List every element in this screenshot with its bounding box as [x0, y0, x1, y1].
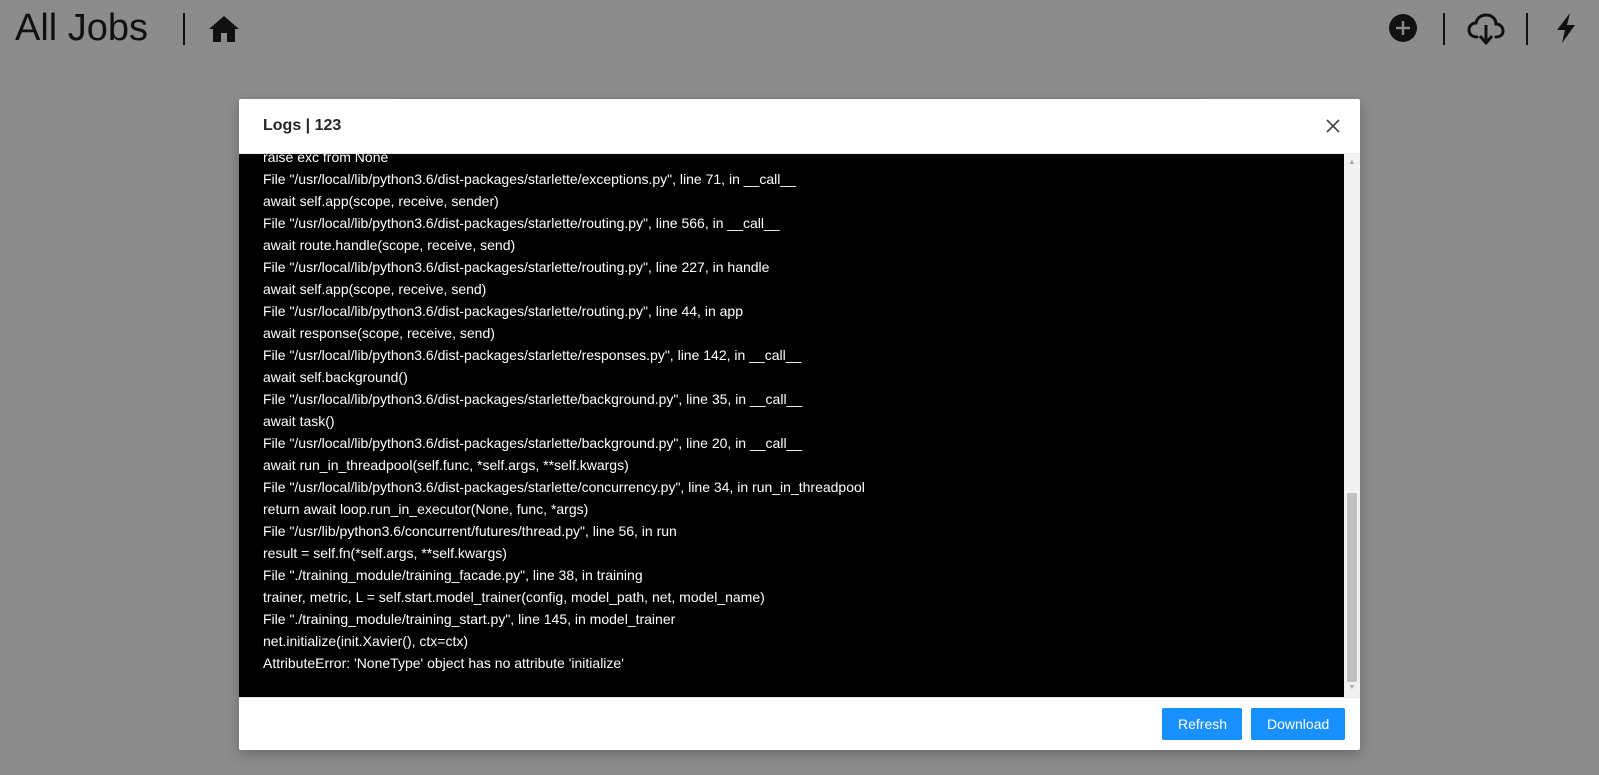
log-line: File "/usr/local/lib/python3.6/dist-pack…: [263, 347, 802, 363]
log-line: await run_in_threadpool(self.func, *self…: [263, 457, 629, 473]
log-line: await route.handle(scope, receive, send): [263, 237, 516, 253]
log-line: File "/usr/local/lib/python3.6/dist-pack…: [263, 303, 743, 319]
log-line: AttributeError: 'NoneType' object has no…: [263, 655, 624, 671]
log-line: File "/usr/local/lib/python3.6/dist-pack…: [263, 259, 770, 275]
scrollbar-thumb[interactable]: [1347, 493, 1357, 682]
log-line: File "/usr/local/lib/python3.6/dist-pack…: [263, 435, 803, 451]
download-button[interactable]: Download: [1251, 708, 1345, 740]
log-line: await self.background(): [263, 369, 408, 385]
logs-modal: Logs | 123 raise exc from None File "/usr…: [239, 99, 1360, 750]
log-line: await self.app(scope, receive, sender): [263, 193, 499, 209]
log-line: File "./training_module/training_start.p…: [263, 611, 676, 627]
scroll-down-arrow-icon[interactable]: ▼: [1348, 684, 1356, 692]
refresh-button[interactable]: Refresh: [1162, 708, 1242, 740]
log-line: await response(scope, receive, send): [263, 325, 495, 341]
modal-footer: Refresh Download: [239, 697, 1360, 750]
log-line: net.initialize(init.Xavier(), ctx=ctx): [263, 633, 469, 649]
close-button[interactable]: [1320, 113, 1346, 139]
log-line: File "/usr/local/lib/python3.6/dist-pack…: [263, 215, 780, 231]
scroll-up-arrow-icon[interactable]: ▲: [1348, 159, 1356, 167]
log-line: File "/usr/local/lib/python3.6/dist-pack…: [263, 391, 803, 407]
log-line: result = self.fn(*self.args, **self.kwar…: [263, 545, 507, 561]
log-output[interactable]: raise exc from None File "/usr/local/lib/…: [239, 154, 1344, 697]
modal-header: Logs | 123: [239, 99, 1360, 154]
close-icon: [1326, 119, 1340, 133]
log-line: await self.app(scope, receive, send): [263, 281, 487, 297]
log-line: File "./training_module/training_facade.…: [263, 567, 643, 583]
log-line: await task(): [263, 413, 335, 429]
modal-title: Logs | 123: [263, 117, 342, 134]
log-line: raise exc from None: [263, 154, 389, 165]
log-line: trainer, metric, L = self.start.model_tr…: [263, 589, 765, 605]
log-lines: raise exc from None File "/usr/local/lib/…: [263, 154, 865, 674]
log-scrollbar[interactable]: ▲ ▼: [1344, 154, 1360, 697]
log-line: return await loop.run_in_executor(None, …: [263, 501, 589, 517]
log-line: File "/usr/local/lib/python3.6/dist-pack…: [263, 171, 796, 187]
log-line: File "/usr/local/lib/python3.6/dist-pack…: [263, 479, 865, 495]
log-line: File "/usr/lib/python3.6/concurrent/futu…: [263, 523, 677, 539]
